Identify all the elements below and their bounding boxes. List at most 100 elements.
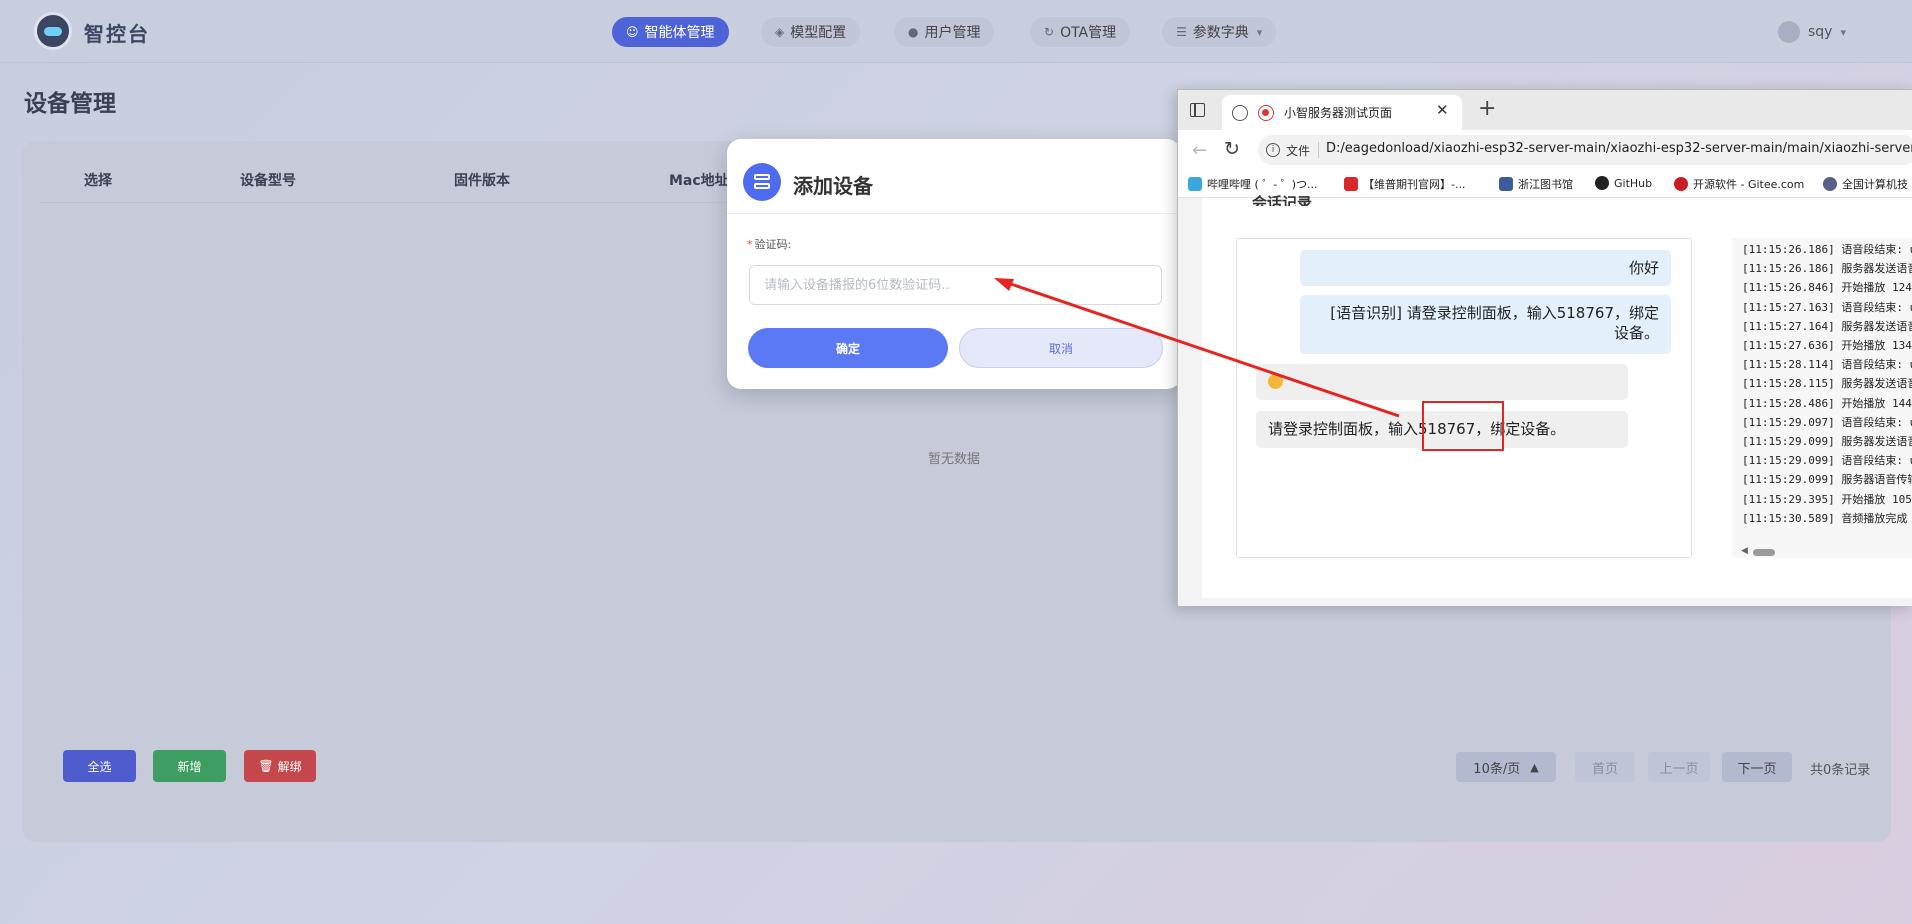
- sliders-icon: ☰: [1176, 25, 1187, 39]
- nav-user-management[interactable]: ● 用户管理: [894, 17, 995, 47]
- add-button[interactable]: 新增: [153, 750, 226, 782]
- github-icon: [1595, 176, 1609, 190]
- select-all-button[interactable]: 全选: [63, 750, 136, 782]
- verification-code-input[interactable]: [749, 265, 1162, 305]
- logo-text: 智控台: [84, 22, 150, 46]
- log-line: [11:15:29.099] 语音段结束: u: [1742, 454, 1912, 468]
- next-page-button[interactable]: 下一页: [1722, 752, 1792, 782]
- page-size-select[interactable]: 10条/页 ▲: [1456, 752, 1556, 782]
- page-title: 设备管理: [24, 91, 116, 117]
- scroll-left-icon[interactable]: ◀: [1741, 546, 1748, 556]
- chat-user-message: 你好: [1300, 250, 1671, 286]
- log-line: [11:15:27.163] 语音段结束: u: [1742, 300, 1912, 314]
- weipu-icon: [1344, 177, 1358, 191]
- chat-line: 设备。: [1613, 324, 1659, 342]
- chevron-down-icon: ▾: [1840, 25, 1846, 39]
- cube-icon: ◈: [775, 25, 785, 39]
- new-tab-icon[interactable]: +: [1478, 96, 1496, 121]
- log-line: [11:15:26.186] 语音段结束: u: [1742, 243, 1912, 256]
- scroll-thumb[interactable]: [1753, 549, 1775, 556]
- section-title: 会话记录: [1252, 194, 1313, 206]
- bookmark-ncre[interactable]: 全国计算机技: [1823, 176, 1908, 192]
- log-line: [11:15:29.099] 服务器发送语音: [1742, 435, 1912, 448]
- dialog-title: 添加设备: [793, 174, 873, 198]
- verification-code-label: * 验证码:: [747, 236, 791, 252]
- log-line: [11:15:27.636] 开始播放 1344: [1742, 339, 1912, 352]
- user-name: sqy: [1808, 24, 1833, 40]
- close-icon[interactable]: ✕: [1436, 101, 1449, 119]
- address-bar[interactable]: i 文件 D:/eagedonload/xiaozhi-esp32-server…: [1258, 135, 1912, 165]
- field-label-text: 验证码:: [754, 238, 792, 251]
- nav-param-dictionary[interactable]: ☰ 参数字典 ▾: [1162, 17, 1277, 47]
- smile-emoji-icon: [1268, 374, 1283, 389]
- address-prefix: 文件: [1286, 144, 1311, 158]
- cancel-button[interactable]: 取消: [959, 328, 1163, 368]
- caret-up-icon: ▲: [1530, 760, 1539, 774]
- bookmark-label: 【维普期刊官网】-...: [1363, 178, 1466, 191]
- nav-ota-management[interactable]: ↻ OTA管理: [1030, 17, 1131, 47]
- browser-tabbar: 小智服务器测试页面 ✕ +: [1178, 90, 1912, 130]
- log-line: [11:15:30.589] 音频播放完成: [1742, 511, 1908, 525]
- confirm-button[interactable]: 确定: [748, 328, 948, 368]
- horizontal-scrollbar[interactable]: ◀: [1741, 546, 1912, 558]
- th-mac-address: Mac地址: [669, 173, 729, 189]
- app-header: 智控台 ☺ 智能体管理 ◈ 模型配置 ● 用户管理 ↻ OTA管理 ☰ 参数字典…: [0, 0, 1912, 63]
- log-line: [11:15:29.395] 开始播放 1056: [1742, 492, 1912, 506]
- th-firmware-version: 固件版本: [454, 173, 510, 189]
- page-size-label: 10条/页: [1473, 761, 1521, 777]
- nav-label: 参数字典: [1192, 25, 1249, 41]
- log-line: [11:15:26.186] 服务器发送语音: [1742, 262, 1912, 276]
- bilibili-icon: [1188, 177, 1202, 191]
- bookmark-weipu[interactable]: 【维普期刊官网】-...: [1344, 176, 1465, 192]
- required-mark: *: [747, 238, 753, 251]
- chat-bot-message: [1256, 364, 1628, 400]
- trash-icon: 🗑: [258, 759, 274, 773]
- address-url: D:/eagedonload/xiaozhi-esp32-server-main…: [1326, 141, 1912, 156]
- reload-icon[interactable]: ↻: [1224, 138, 1240, 160]
- prev-page-button[interactable]: 上一页: [1648, 752, 1710, 782]
- browser-toolbar: ← ↻ i 文件 D:/eagedonload/xiaozhi-esp32-se…: [1178, 130, 1912, 170]
- log-line: [11:15:29.097] 语音段结束: u: [1742, 415, 1912, 429]
- log-line: [11:15:28.114] 语音段结束: u: [1742, 358, 1912, 372]
- bookmark-github[interactable]: GitHub: [1595, 176, 1652, 190]
- bookmark-label: GitHub: [1614, 176, 1653, 190]
- back-arrow-icon[interactable]: ←: [1192, 140, 1207, 161]
- ncre-icon: [1823, 177, 1837, 191]
- nav-model-config[interactable]: ◈ 模型配置: [761, 17, 861, 47]
- log-line: [11:15:29.099] 服务器语音传输: [1742, 473, 1912, 487]
- unbind-button[interactable]: 🗑 解绑: [244, 750, 316, 782]
- bookmark-label: 浙江图书馆: [1518, 178, 1573, 191]
- gitee-icon: [1674, 177, 1688, 191]
- first-page-button[interactable]: 首页: [1575, 752, 1635, 782]
- empty-state: 暂无数据: [928, 452, 981, 467]
- annotation-highlight-box: [1422, 401, 1504, 451]
- chat-line: [语音识别] 请登录控制面板，输入518767，绑定: [1330, 304, 1659, 322]
- info-icon: i: [1266, 143, 1280, 157]
- user-icon: ●: [908, 25, 919, 39]
- avatar: [1778, 21, 1800, 43]
- user-menu[interactable]: sqy ▾: [1778, 21, 1846, 43]
- browser-tab[interactable]: 小智服务器测试页面 ✕: [1222, 95, 1462, 130]
- bookmark-bilibili[interactable]: 哔哩哔哩 ( ゜- ゜)つ...: [1188, 176, 1318, 192]
- chevron-down-icon: ▾: [1256, 25, 1263, 39]
- dialog-divider: [727, 213, 1181, 214]
- bookmark-zhejiang-library[interactable]: 浙江图书馆: [1499, 176, 1573, 192]
- globe-icon: [1232, 105, 1248, 121]
- nav-agent-management[interactable]: ☺ 智能体管理: [612, 17, 729, 47]
- tab-title: 小智服务器测试页面: [1284, 106, 1393, 120]
- bookmark-label: 开源软件 - Gitee.com: [1693, 178, 1805, 191]
- bookmark-gitee[interactable]: 开源软件 - Gitee.com: [1674, 176, 1804, 192]
- th-device-model: 设备型号: [240, 173, 296, 189]
- robot-logo-icon: [34, 12, 72, 50]
- nav-label: OTA管理: [1060, 25, 1117, 41]
- add-device-dialog: 添加设备 *验证码: 确定 取消: [727, 139, 1181, 389]
- total-records: 共0条记录: [1810, 763, 1871, 778]
- log-line: [11:15:28.115] 服务器发送语音: [1742, 377, 1912, 391]
- address-separator: [1318, 142, 1319, 158]
- nav-label: 智能体管理: [644, 25, 715, 41]
- log-line: [11:15:27.164] 服务器发送语音: [1742, 319, 1912, 333]
- refresh-icon: ↻: [1044, 25, 1055, 39]
- th-select: 选择: [84, 173, 112, 189]
- sidebar-toggle-icon[interactable]: [1190, 103, 1205, 117]
- server-icon: [743, 163, 781, 201]
